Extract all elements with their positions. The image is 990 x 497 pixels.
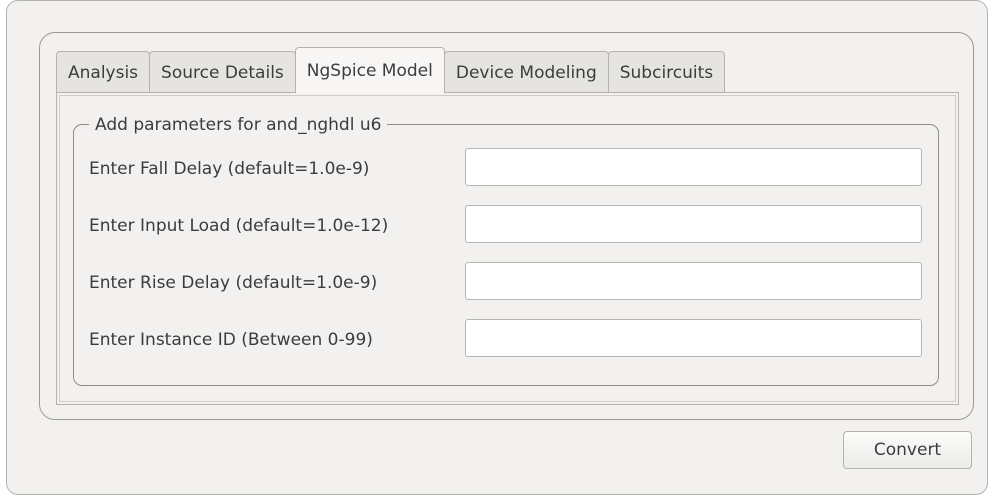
groupbox-title: Add parameters for and_nghdl u6 — [89, 114, 388, 136]
tab-analysis[interactable]: Analysis — [56, 51, 151, 93]
instance-id-input[interactable] — [465, 319, 922, 357]
rise-delay-label: Enter Rise Delay (default=1.0e-9) — [89, 273, 378, 293]
convert-button[interactable]: Convert — [843, 431, 972, 469]
tab-device-modeling[interactable]: Device Modeling — [443, 51, 609, 93]
input-load-input[interactable] — [465, 205, 922, 243]
tab-source-details[interactable]: Source Details — [149, 51, 296, 93]
input-load-label: Enter Input Load (default=1.0e-12) — [89, 216, 389, 236]
instance-id-label: Enter Instance ID (Between 0-99) — [89, 330, 373, 350]
tab-bar: Analysis Source Details NgSpice Model De… — [56, 47, 726, 93]
rise-delay-input[interactable] — [465, 262, 922, 300]
tab-subcircuits[interactable]: Subcircuits — [607, 51, 726, 93]
fall-delay-input[interactable] — [465, 148, 922, 186]
fall-delay-label: Enter Fall Delay (default=1.0e-9) — [89, 159, 370, 179]
tab-ngspice-model[interactable]: NgSpice Model — [294, 47, 445, 93]
